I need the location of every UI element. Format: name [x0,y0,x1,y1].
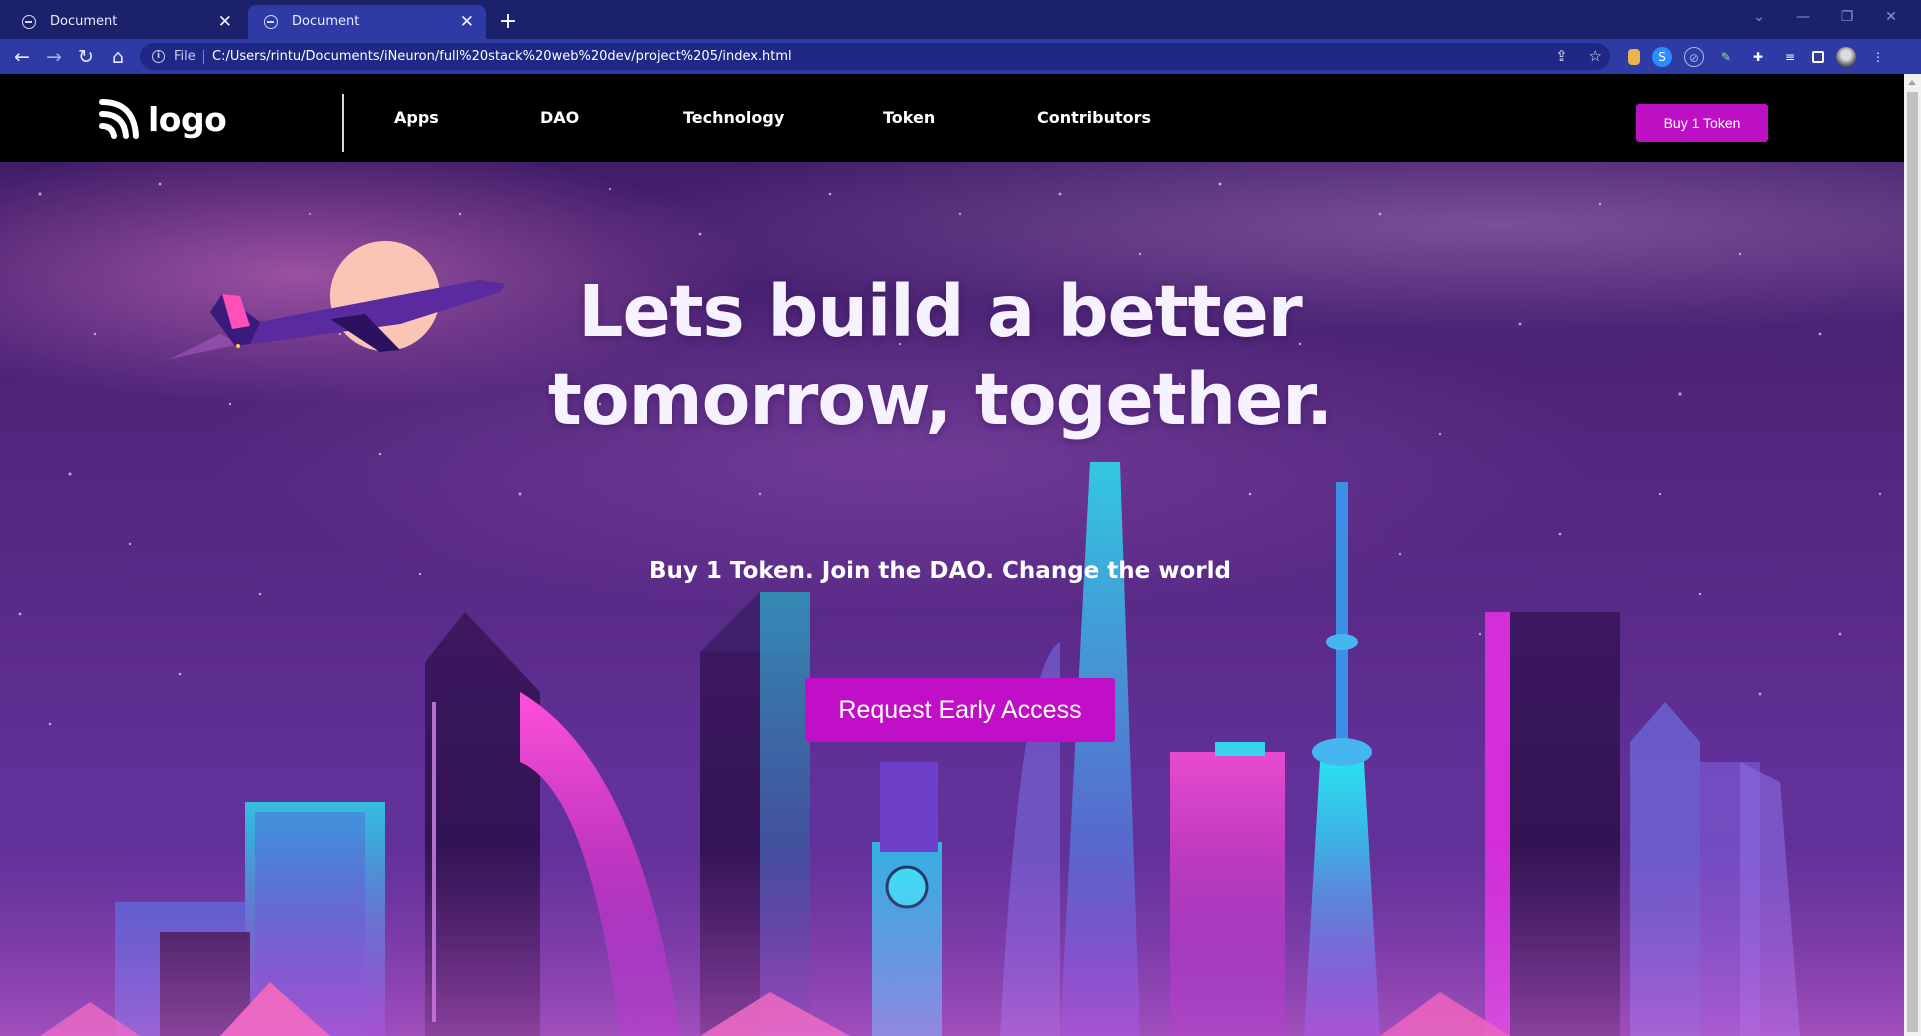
close-tab-icon[interactable]: ✕ [218,5,232,39]
forward-arrow-icon[interactable]: → [40,43,68,71]
address-bar[interactable]: i File C:/Users/rintu/Documents/iNeuron/… [140,43,1610,70]
address-actions: ⇪ ☆ [1539,43,1602,70]
site-header: logo Apps DAO Technology Token Contribut… [0,74,1904,162]
browser-tabstrip: Document ✕ Document ✕ + ⌄ — ❐ ✕ [0,0,1921,39]
avatar[interactable] [1836,47,1856,67]
reading-list-icon[interactable]: ≡ [1780,47,1800,67]
extension-icon[interactable]: S [1652,47,1672,67]
window-controls: ⌄ — ❐ ✕ [1737,0,1913,36]
menu-icon[interactable]: ⋮ [1868,47,1888,67]
scrollbar-thumb[interactable] [1907,92,1918,1032]
logo-icon [99,99,139,139]
hero-title-line-2: tomorrow, together. [547,358,1333,441]
page-viewport: logo Apps DAO Technology Token Contribut… [0,74,1904,1036]
browser-tab-2[interactable]: Document ✕ [248,5,486,39]
globe-icon [22,15,36,29]
url-text[interactable]: C:/Users/rintu/Documents/iNeuron/full%20… [212,43,792,70]
nav-link-token[interactable]: Token [883,108,935,127]
hero-title: Lets build a better tomorrow, together. [440,268,1440,444]
restore-icon[interactable]: ❐ [1825,0,1869,36]
info-icon[interactable]: i [152,50,165,63]
header-divider [342,94,344,152]
globe-icon [264,15,278,29]
hero-subtitle: Buy 1 Token. Join the DAO. Change the wo… [649,558,1231,584]
share-icon[interactable]: ⇪ [1555,47,1568,65]
back-arrow-icon[interactable]: ← [8,43,36,71]
minimize-icon[interactable]: — [1781,0,1825,36]
nav-link-apps[interactable]: Apps [394,108,439,127]
request-early-access-button[interactable]: Request Early Access [805,678,1115,742]
new-tab-button[interactable]: + [498,5,518,39]
hero-title-line-1: Lets build a better [578,270,1303,353]
logo-text: logo [148,99,227,139]
nav-link-dao[interactable]: DAO [540,108,579,127]
extension-icon[interactable] [1628,49,1640,65]
puzzle-icon[interactable]: ✚ [1748,47,1768,67]
browser-tab-1[interactable]: Document ✕ [6,5,244,39]
browser-toolbar: ← → ↻ ⌂ i File C:/Users/rintu/Documents/… [0,39,1921,76]
reload-icon[interactable]: ↻ [72,43,100,71]
close-tab-icon[interactable]: ✕ [460,5,474,39]
site-logo[interactable]: logo [98,99,227,139]
url-scheme: File [174,49,196,64]
chevron-down-icon[interactable]: ⌄ [1737,0,1781,36]
nav-link-technology[interactable]: Technology [683,108,784,127]
buy-token-button[interactable]: Buy 1 Token [1636,104,1768,142]
side-panel-icon[interactable] [1812,51,1824,63]
tab-title: Document [50,14,118,29]
compass-icon[interactable]: ⊘ [1684,47,1704,67]
bookmark-star-icon[interactable]: ☆ [1589,47,1602,65]
nav-link-contributors[interactable]: Contributors [1037,108,1151,127]
extension-icons: S ⊘ ✎ ✚ ≡ ⋮ [1628,43,1900,71]
city-skyline-illustration [0,462,1904,1036]
divider [203,50,204,64]
page-scrollbar[interactable] [1904,74,1921,1036]
home-icon[interactable]: ⌂ [104,43,132,71]
close-icon[interactable]: ✕ [1869,0,1913,36]
tab-title: Document [292,14,360,29]
scroll-up-arrow-icon[interactable] [1908,80,1916,85]
extension-icon[interactable]: ✎ [1716,47,1736,67]
